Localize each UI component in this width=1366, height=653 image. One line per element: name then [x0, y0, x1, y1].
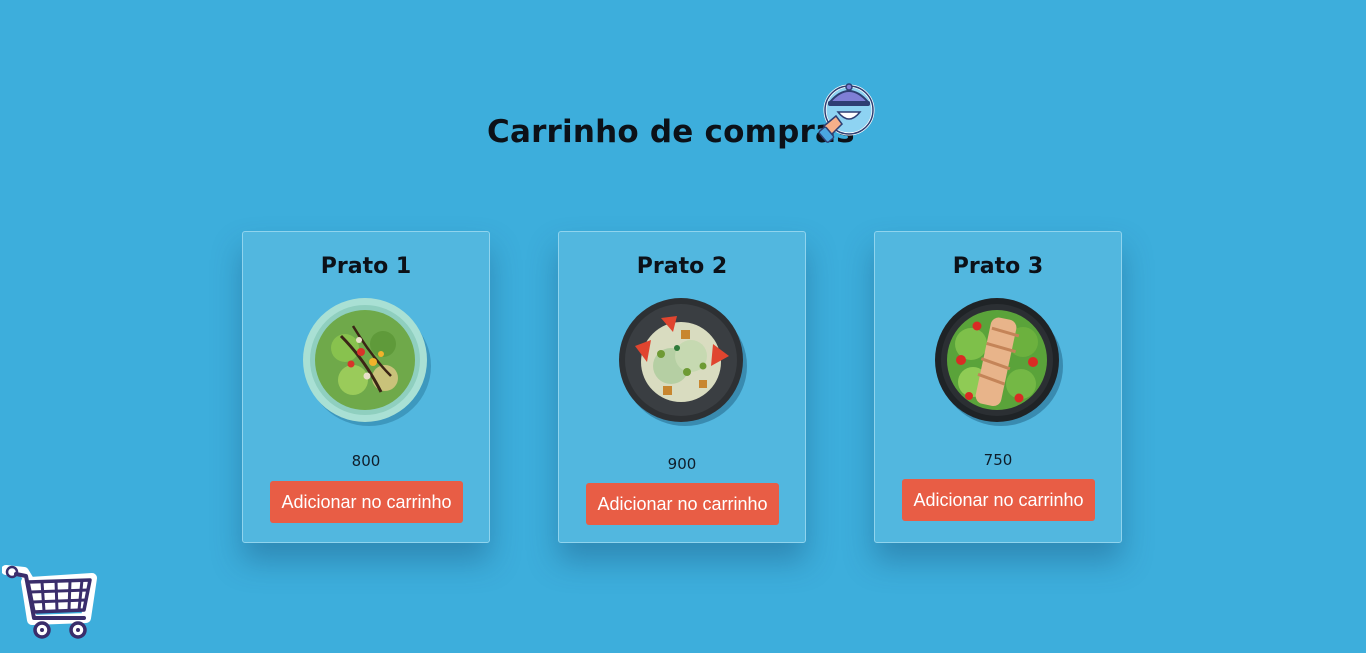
product-list: Prato 1 800 Adicionar no carrinho Prato … — [0, 231, 1366, 551]
product-name: Prato 2 — [636, 254, 728, 279]
page-header: Carrinho de compras — [0, 80, 1366, 170]
add-to-cart-button[interactable]: Adicionar no carrinho — [270, 481, 463, 523]
product-name: Prato 1 — [320, 254, 412, 279]
salad-plate-icon — [301, 296, 431, 426]
product-price: 750 — [983, 451, 1013, 469]
salad-plate-icon — [933, 296, 1063, 426]
salad-plate-icon — [617, 296, 747, 426]
product-name: Prato 3 — [952, 254, 1044, 279]
product-price: 800 — [351, 452, 381, 470]
page-title: Carrinho de compras — [487, 114, 855, 150]
product-card: Prato 2 900 Adicionar no carrinho — [558, 231, 806, 543]
product-card: Prato 3 750 Adicionar no carrinho — [874, 231, 1122, 543]
add-to-cart-button[interactable]: Adicionar no carrinho — [902, 479, 1095, 521]
add-to-cart-button[interactable]: Adicionar no carrinho — [586, 483, 779, 525]
product-card: Prato 1 800 Adicionar no carrinho — [242, 231, 490, 543]
waiter-icon — [818, 80, 880, 146]
shopping-cart-icon[interactable] — [1, 562, 98, 640]
product-price: 900 — [667, 455, 697, 473]
